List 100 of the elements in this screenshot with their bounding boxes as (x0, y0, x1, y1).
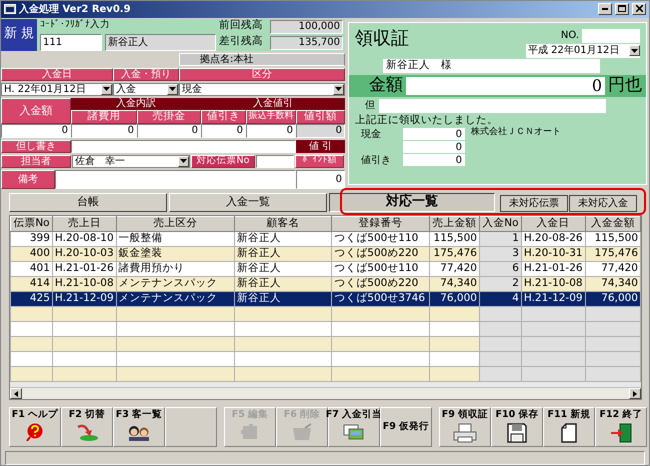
line-value: 0 (403, 128, 465, 140)
function-key-button[interactable]: F2 切替 (61, 407, 113, 448)
table-cell: 399 (10, 232, 52, 247)
column-header[interactable]: 顧客名 (234, 216, 332, 232)
function-key-button[interactable]: F1 ヘルプ (9, 407, 61, 448)
function-key-button[interactable]: F9 領収証 (439, 407, 491, 448)
curved-arrow-icon (75, 422, 99, 441)
tab[interactable]: 入金一覧 (169, 192, 327, 212)
table-cell: つくば500め220 (332, 246, 430, 262)
horizontal-scrollbar[interactable] (10, 387, 641, 400)
column-label: 値引額 (296, 110, 345, 124)
column-label: 諸費用 (71, 110, 137, 124)
points-field[interactable]: 0 (296, 170, 345, 189)
function-key-button[interactable]: F3 客一覧 (113, 407, 165, 448)
photos-icon (343, 422, 365, 441)
note-field[interactable] (71, 140, 296, 153)
column-header[interactable]: 売上金額 (430, 216, 480, 232)
receipt-date-dropdown[interactable]: 平成 22年01月12日 (526, 44, 640, 58)
list-button[interactable]: 未対応入金 (569, 194, 637, 212)
table-cell: 115,500 (430, 232, 480, 247)
column-header[interactable]: 入金金額 (585, 216, 640, 232)
balance-label: 前回残高 (219, 20, 264, 33)
column-header[interactable]: 売上区分 (116, 216, 235, 232)
amount-label: 入金額 (1, 98, 71, 124)
function-key-button[interactable]: F12 終了 (595, 407, 647, 448)
table-cell: 77,420 (430, 262, 480, 277)
table-cell: 77,420 (585, 262, 640, 277)
balance-label: 差引残高 (219, 36, 264, 49)
line-value: 0 (403, 141, 465, 154)
column-header[interactable]: 入金日 (521, 216, 586, 232)
table-cell: 新谷正人 (234, 276, 332, 292)
column-header[interactable]: 伝票No (10, 216, 52, 232)
branch-label: 拠点名:本社 (179, 52, 345, 66)
column-label: 売掛金 (137, 110, 201, 124)
amount-field: 0 (296, 124, 345, 138)
table-cell: メンテナンスパック (116, 276, 235, 292)
function-key-button[interactable]: F9 仮発行 (380, 407, 432, 448)
staff-label: 担当者 (1, 154, 71, 168)
list-button[interactable]: 未対応伝票 (500, 194, 568, 212)
table-cell: 76,000 (585, 292, 640, 307)
amount-field[interactable]: 0 (137, 124, 201, 138)
window-title: 入金処理 Ver2 Rev0.9 (19, 4, 132, 15)
receipt-number-field[interactable] (582, 28, 640, 43)
function-key-button[interactable]: F11 新規 (543, 407, 595, 448)
table-cell: 新谷正人 (234, 246, 332, 262)
amount-field[interactable]: 0 (71, 124, 137, 138)
table-cell: H.21-12-09 (52, 292, 116, 307)
table-cell: H.20-10-31 (521, 246, 586, 262)
column-header[interactable]: 登録番号 (332, 216, 430, 232)
line-value: 0 (403, 154, 465, 166)
tab[interactable]: 対応一覧 (329, 192, 495, 212)
table-cell: 4 (479, 292, 522, 307)
customer-field[interactable]: 新谷正人 様 (383, 58, 600, 73)
date-dropdown[interactable]: H. 22年01月12日 (1, 82, 113, 96)
amount-suffix: 円也 (608, 76, 642, 95)
amount-field[interactable]: 0 (1, 124, 71, 138)
table-cell: 諸費用預かり (116, 262, 235, 277)
remarks-field[interactable] (55, 170, 296, 189)
column-header[interactable]: 売上日 (52, 216, 116, 232)
scroll-left-icon (14, 390, 18, 397)
close-button[interactable] (632, 3, 646, 16)
column-header[interactable]: 入金No (479, 216, 522, 232)
table-cell: 新谷正人 (234, 262, 332, 277)
table-cell: 3 (479, 246, 522, 262)
code-field[interactable]: 111 (40, 34, 102, 51)
maximize-icon (618, 5, 626, 12)
memo-field[interactable] (379, 98, 606, 113)
mode-badge: 新 規 (1, 18, 37, 51)
slip-number-field[interactable] (256, 154, 294, 168)
field-label: 入金日 (1, 68, 113, 81)
remarks-label: 備考 (1, 170, 55, 189)
minimize-icon (602, 8, 608, 10)
amount-label: 金額 (369, 76, 403, 95)
bin-icon (291, 422, 313, 441)
function-key-button[interactable] (165, 407, 217, 448)
dropdown-arrow-icon (180, 159, 187, 164)
table-cell: 74,340 (430, 276, 480, 292)
help-icon (25, 422, 45, 441)
discount-button[interactable]: 値 引 (296, 140, 345, 153)
type-dropdown[interactable]: 入金 (113, 82, 179, 96)
exit-door-icon (610, 422, 632, 443)
tab[interactable]: 台帳 (9, 192, 167, 212)
category-dropdown[interactable]: 現金 (179, 82, 345, 96)
maximize-button[interactable] (615, 3, 629, 16)
table-cell: 2 (479, 276, 522, 292)
amount-field[interactable]: 0 (201, 124, 246, 138)
discount-header: 入金値引 (201, 98, 345, 110)
table-cell: H.20-10-03 (52, 246, 116, 262)
table-cell: 74,340 (585, 276, 640, 292)
table-cell: H.21-01-26 (52, 262, 116, 277)
receipt-number-label: NO. (560, 30, 579, 42)
amount-field[interactable]: 0 (246, 124, 296, 138)
balance-value: 135,700 (270, 36, 343, 50)
customer-name-field: 新谷正人 (105, 34, 216, 51)
table-cell: 400 (10, 246, 52, 262)
function-key-button[interactable]: F10 保存 (491, 407, 543, 448)
line-label: 現金 (360, 128, 382, 140)
staff-dropdown[interactable]: 佐倉 幸一 (72, 154, 190, 168)
minimize-button[interactable] (598, 3, 612, 16)
table-cell: H.21-12-09 (521, 292, 586, 307)
